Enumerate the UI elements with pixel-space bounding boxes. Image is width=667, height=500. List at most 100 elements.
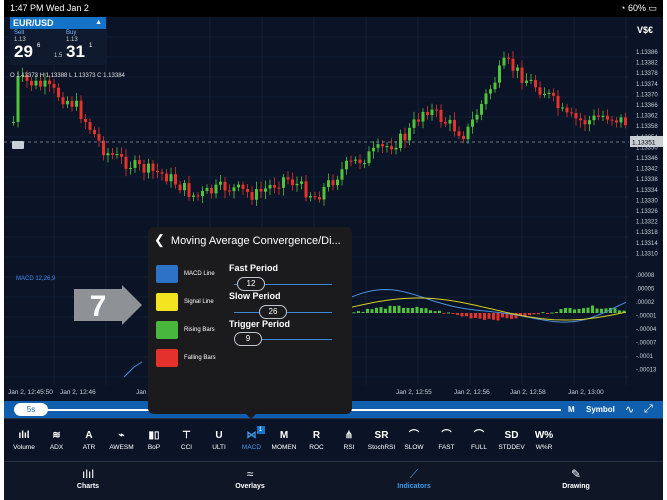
signal-line-color-swatch[interactable] [156, 293, 178, 311]
candle-body [457, 131, 461, 136]
macd-histogram-bar [541, 312, 545, 314]
indicator-stochrsi-button[interactable]: SR StochRSI [366, 428, 398, 451]
candle-body [498, 65, 501, 83]
candle-body [547, 92, 551, 94]
candle-body [304, 181, 308, 198]
indicator-label: CCI [180, 444, 193, 451]
rising-bars-color-swatch[interactable] [156, 321, 178, 339]
pair-ticket[interactable]: EUR/USD ▲ Sell Buy 1.13 1.13 29 6 1.5 31… [10, 17, 106, 65]
indicator-macd-button[interactable]: ⋈ MACD 1 [236, 426, 268, 451]
caret-up-icon: ▲ [95, 19, 102, 26]
sell-price-pip: 6 [37, 43, 41, 49]
macd-line-color-swatch[interactable] [156, 265, 178, 283]
indicator-label: W%R [535, 444, 553, 451]
indicator-glyph-icon: U [215, 430, 223, 441]
fullscreen-icon[interactable]: ⤢ [644, 403, 653, 416]
indicator-fast-button[interactable]: ⌒ FAST [431, 428, 463, 451]
indicator-bop-button[interactable]: ▮▯ BoP [138, 428, 170, 451]
buy-price-pip: 1 [89, 43, 93, 49]
candle-body [588, 120, 591, 125]
indicator-ulti-button[interactable]: U ULTI [203, 428, 235, 451]
indicator-label: AWESM [109, 444, 134, 451]
trigger-period-value[interactable]: 9 [234, 332, 262, 346]
candle-body [417, 119, 420, 122]
candle-body [525, 80, 528, 83]
indicator-cci-button[interactable]: ⊤ CCI [171, 428, 203, 451]
candle-body [466, 126, 470, 140]
candle-body [624, 117, 627, 126]
indicator-full-button[interactable]: ⌒ FULL [463, 428, 495, 451]
crosshair-handle-icon[interactable] [12, 141, 24, 149]
macd-indicator-label[interactable]: MACD 12,26,9 [16, 276, 55, 282]
time-tick-label: Jan 2, 12:45:50 [8, 389, 53, 396]
candle-body [322, 186, 326, 200]
candle-body [529, 79, 533, 81]
macd-histogram-bar [438, 310, 441, 313]
macd-histogram-bar [478, 313, 482, 319]
nav-overlays-tab[interactable]: ≈ Overlays [210, 467, 290, 490]
indicator-roc-button[interactable]: R ROC [301, 428, 333, 451]
candle-body [309, 196, 312, 198]
indicator-glyph-icon: W% [534, 430, 554, 441]
macd-histogram-bar [415, 306, 419, 313]
currency-toggle-icon[interactable]: V$€ [637, 25, 653, 35]
indicator-rsi-button[interactable]: ⋔ RSI [333, 428, 365, 451]
candle-body [214, 184, 218, 194]
battery-icon: ▭ [648, 3, 657, 13]
indicator-awesm-button[interactable]: ⌁ AWESM [106, 428, 138, 451]
candle-body [552, 92, 555, 96]
macd-histogram-bar [424, 308, 428, 313]
candle-body [147, 163, 150, 173]
macd-histogram-bar [537, 313, 540, 315]
indicator-stddev-button[interactable]: SD STDDEV [496, 428, 528, 451]
macd-histogram-bar [492, 313, 495, 320]
candle-body [592, 115, 596, 121]
macd-histogram-bar [546, 313, 549, 314]
ohlc-readout: O 1.13373 H 1.13388 L 1.13373 C 1.13384 [10, 73, 125, 79]
indicator-wr-button[interactable]: W% W%R [528, 428, 560, 451]
m-toggle[interactable]: M [568, 405, 575, 414]
popover-pointer [244, 412, 258, 419]
symbol-button[interactable]: Symbol [586, 405, 615, 414]
candle-body [124, 156, 128, 169]
indicator-label: ROC [309, 444, 324, 451]
macd-histogram-bar [600, 308, 603, 313]
candle-body [169, 174, 173, 182]
indicator-label: MOMEN [271, 444, 297, 451]
macd-tick-label: -.00007 [636, 341, 657, 347]
macd-histogram-bar [388, 305, 392, 313]
indicator-glyph-icon: M [279, 430, 289, 441]
nav-drawing-tab[interactable]: ✎ Drawing [536, 467, 616, 490]
macd-histogram-bar [460, 313, 464, 317]
indicator-slow-button[interactable]: ⌒ SLOW [398, 428, 430, 451]
indicator-adx-button[interactable]: ≋ ADX [41, 428, 73, 451]
candle-body [354, 159, 357, 161]
nav-label: Overlays [235, 483, 265, 490]
back-chevron-icon[interactable]: ❮ [154, 232, 165, 247]
falling-bars-color-swatch[interactable] [156, 349, 178, 367]
candle-body [439, 109, 443, 123]
indicator-atr-button[interactable]: A ATR [73, 428, 105, 451]
pulse-icon[interactable]: ∿ [625, 403, 634, 416]
indicator-volume-button[interactable]: ılıl Volume [8, 428, 40, 451]
buy-price-button[interactable]: 31 [66, 42, 85, 62]
indicator-label: ULTI [212, 444, 226, 451]
interval-selector[interactable]: 5s [14, 403, 48, 416]
candle-body [534, 79, 537, 88]
price-tick-label: 1.13358 [636, 124, 658, 130]
macd-histogram-bar [447, 312, 450, 314]
indicator-momen-button[interactable]: M MOMEN [268, 428, 300, 451]
pair-selector[interactable]: EUR/USD ▲ [10, 17, 106, 29]
candle-body [61, 97, 65, 105]
nav-charts-tab[interactable]: ılıl Charts [48, 467, 128, 490]
macd-histogram-bar [496, 313, 500, 321]
fast-period-value[interactable]: 12 [237, 277, 265, 291]
macd-histogram-bar [361, 311, 365, 313]
candle-body [232, 187, 236, 192]
candle-body [367, 151, 371, 164]
sell-price-button[interactable]: 29 [14, 42, 33, 62]
buy-label: Buy [66, 30, 77, 36]
candle-body [84, 118, 87, 123]
slow-period-value[interactable]: 26 [259, 305, 287, 319]
nav-indicators-tab[interactable]: ⟋ Indicators [374, 467, 454, 490]
